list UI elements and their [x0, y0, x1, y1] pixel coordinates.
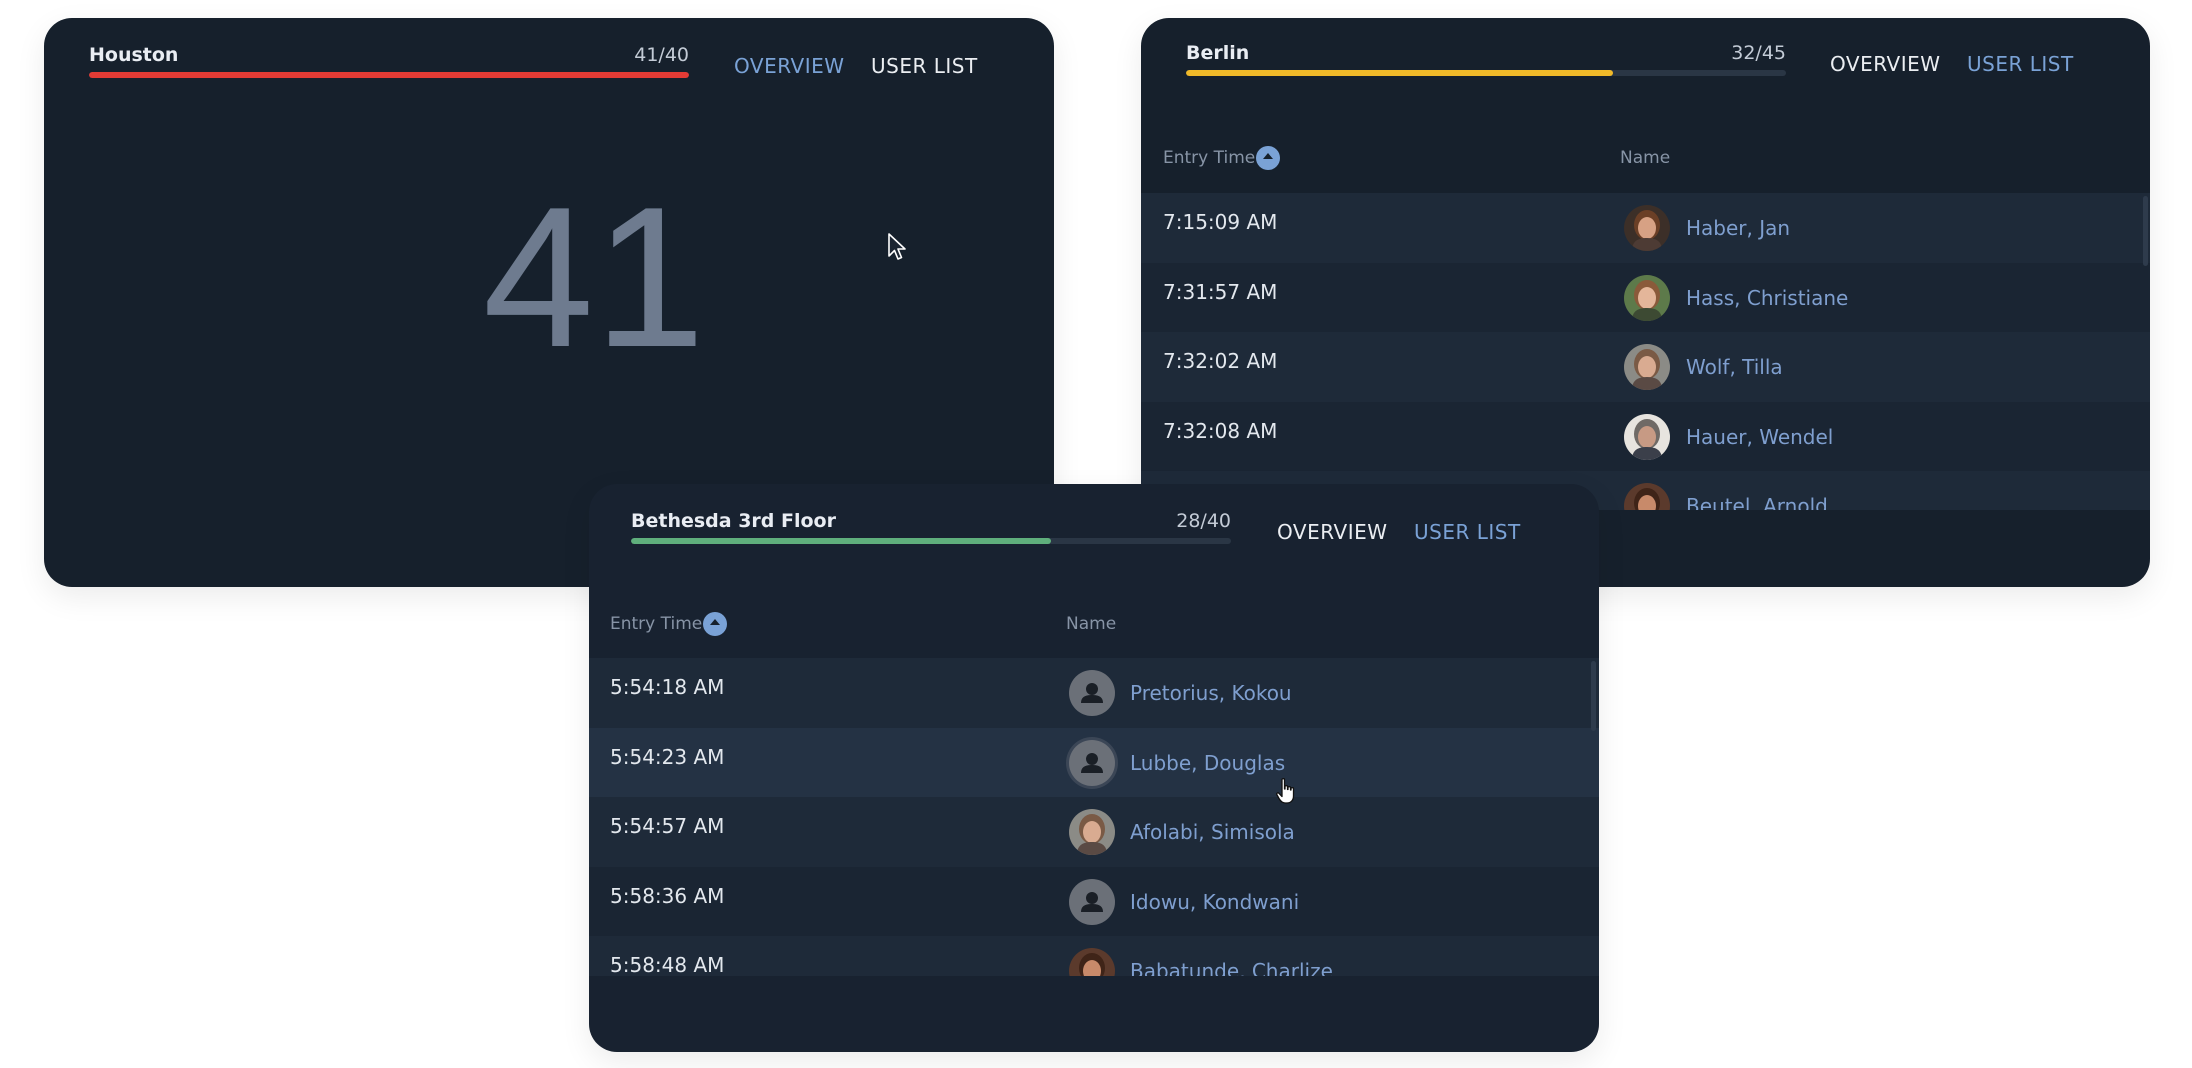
entry-time: 5:58:48 AM: [610, 953, 725, 976]
avatar-photo: [1624, 274, 1670, 321]
user-list: 5:54:18 AM Pretorius, Kokou 5:54:23 AM Lubb…: [589, 658, 1599, 976]
table-row[interactable]: 7:31:57 AM Hass, Christiane: [1141, 262, 2150, 332]
table-row[interactable]: 7:32:08 AM Hauer, Wendel: [1141, 401, 2150, 471]
occupancy-bar: [631, 538, 1231, 544]
entry-time: 7:32:08 AM: [1163, 418, 1278, 443]
user-name-link[interactable]: Hass, Christiane: [1686, 286, 1848, 310]
room-name: Houston: [89, 44, 179, 66]
dashboard-stage: Houston 41/40 OVERVIEW USER LIST 41 Berl…: [0, 0, 2192, 1068]
user-name-link[interactable]: Afolabi, Simisola: [1130, 820, 1295, 844]
room-header: Bethesda 3rd Floor 28/40: [631, 510, 1231, 550]
avatar-photo: [1624, 205, 1670, 251]
user-silhouette-icon: [1081, 683, 1103, 703]
entry-time: 5:54:57 AM: [610, 814, 725, 838]
avatar: [1069, 948, 1115, 976]
user-name-link[interactable]: Lubbe, Douglas: [1130, 751, 1285, 775]
avatar: [1624, 205, 1670, 251]
user-name-link[interactable]: Hauer, Wendel: [1686, 425, 1833, 449]
avatar: [1069, 809, 1115, 855]
occupancy-count: 41/40: [634, 44, 689, 66]
room-card-bethesda: Bethesda 3rd Floor 28/40 OVERVIEW USER L…: [589, 484, 1599, 1052]
room-header: Berlin 32/45: [1186, 42, 1786, 82]
avatar-photo: [1624, 483, 1670, 510]
tab-overview[interactable]: OVERVIEW: [1277, 520, 1388, 544]
avatar-photo: [1624, 413, 1670, 460]
table-row[interactable]: 7:15:09 AM Haber, Jan: [1141, 193, 2150, 263]
table-row[interactable]: 5:54:57 AM Afolabi, Simisola: [589, 797, 1599, 867]
entry-time: 5:54:23 AM: [610, 744, 725, 769]
occupancy-bar-fill: [631, 538, 1051, 544]
occupancy-big-number: 41: [482, 166, 706, 389]
occupancy-bar-fill: [89, 72, 689, 78]
entry-time: 5:58:36 AM: [610, 883, 725, 908]
tab-overview[interactable]: OVERVIEW: [734, 54, 845, 78]
scrollbar-thumb[interactable]: [2143, 196, 2148, 266]
user-silhouette-icon: [1069, 670, 1115, 716]
user-name-link[interactable]: Wolf, Tilla: [1686, 355, 1783, 379]
user-silhouette-icon: [1069, 878, 1115, 925]
sort-ascending-icon[interactable]: [1256, 146, 1280, 170]
avatar: [1624, 274, 1670, 321]
user-silhouette-icon: [1081, 752, 1103, 773]
room-header: Houston 41/40: [89, 44, 689, 84]
avatar-photo: [1069, 809, 1115, 855]
avatar: [1624, 344, 1670, 390]
occupancy-bar: [1186, 70, 1786, 76]
occupancy-bar-fill: [1186, 70, 1613, 76]
user-name-link[interactable]: Beutel, Arnold: [1686, 494, 1828, 510]
column-header-name[interactable]: Name: [1066, 614, 1116, 634]
avatar-photo: [1624, 344, 1670, 390]
tab-user-list[interactable]: USER LIST: [1967, 52, 2074, 76]
table-row[interactable]: 5:58:36 AM Idowu, Kondwani: [589, 866, 1599, 936]
column-header-entry-time[interactable]: Entry Time: [1163, 148, 1255, 168]
room-name: Bethesda 3rd Floor: [631, 510, 836, 532]
occupancy-count: 28/40: [1176, 510, 1231, 532]
avatar: [1624, 413, 1670, 460]
table-row[interactable]: 5:58:48 AM Babatunde, Charlize: [589, 936, 1599, 976]
user-name-link[interactable]: Pretorius, Kokou: [1130, 681, 1292, 705]
user-list: 7:15:09 AM Haber, Jan 7:31:57 AM Hass, Chri…: [1141, 193, 2150, 510]
user-name-link[interactable]: Haber, Jan: [1686, 216, 1790, 240]
entry-time: 7:31:57 AM: [1163, 279, 1278, 304]
hand-cursor-icon: [1276, 778, 1295, 804]
entry-time: 5:54:18 AM: [610, 675, 725, 699]
room-name: Berlin: [1186, 42, 1250, 64]
avatar-photo: [1069, 948, 1115, 976]
entry-time: 7:15:09 AM: [1163, 210, 1278, 234]
table-row[interactable]: 5:54:18 AM Pretorius, Kokou: [589, 658, 1599, 728]
tab-user-list[interactable]: USER LIST: [871, 54, 978, 78]
user-silhouette-icon: [1081, 891, 1103, 912]
occupancy-bar: [89, 72, 689, 78]
tab-user-list[interactable]: USER LIST: [1414, 520, 1521, 544]
entry-time: 7:32:02 AM: [1163, 349, 1278, 373]
user-name-link[interactable]: Idowu, Kondwani: [1130, 890, 1299, 914]
tab-overview[interactable]: OVERVIEW: [1830, 52, 1941, 76]
column-header-name[interactable]: Name: [1620, 148, 1670, 168]
column-header-entry-time[interactable]: Entry Time: [610, 614, 702, 634]
table-row[interactable]: 5:54:23 AM Lubbe, Douglas: [589, 727, 1599, 797]
avatar: [1624, 483, 1670, 510]
scrollbar-thumb[interactable]: [1591, 661, 1596, 731]
user-name-link[interactable]: Babatunde, Charlize: [1130, 959, 1333, 976]
mouse-pointer-icon: [888, 233, 906, 260]
sort-ascending-icon[interactable]: [703, 612, 727, 636]
occupancy-count: 32/45: [1731, 42, 1786, 64]
user-silhouette-icon: [1069, 739, 1115, 786]
table-row[interactable]: 7:32:02 AM Wolf, Tilla: [1141, 332, 2150, 402]
